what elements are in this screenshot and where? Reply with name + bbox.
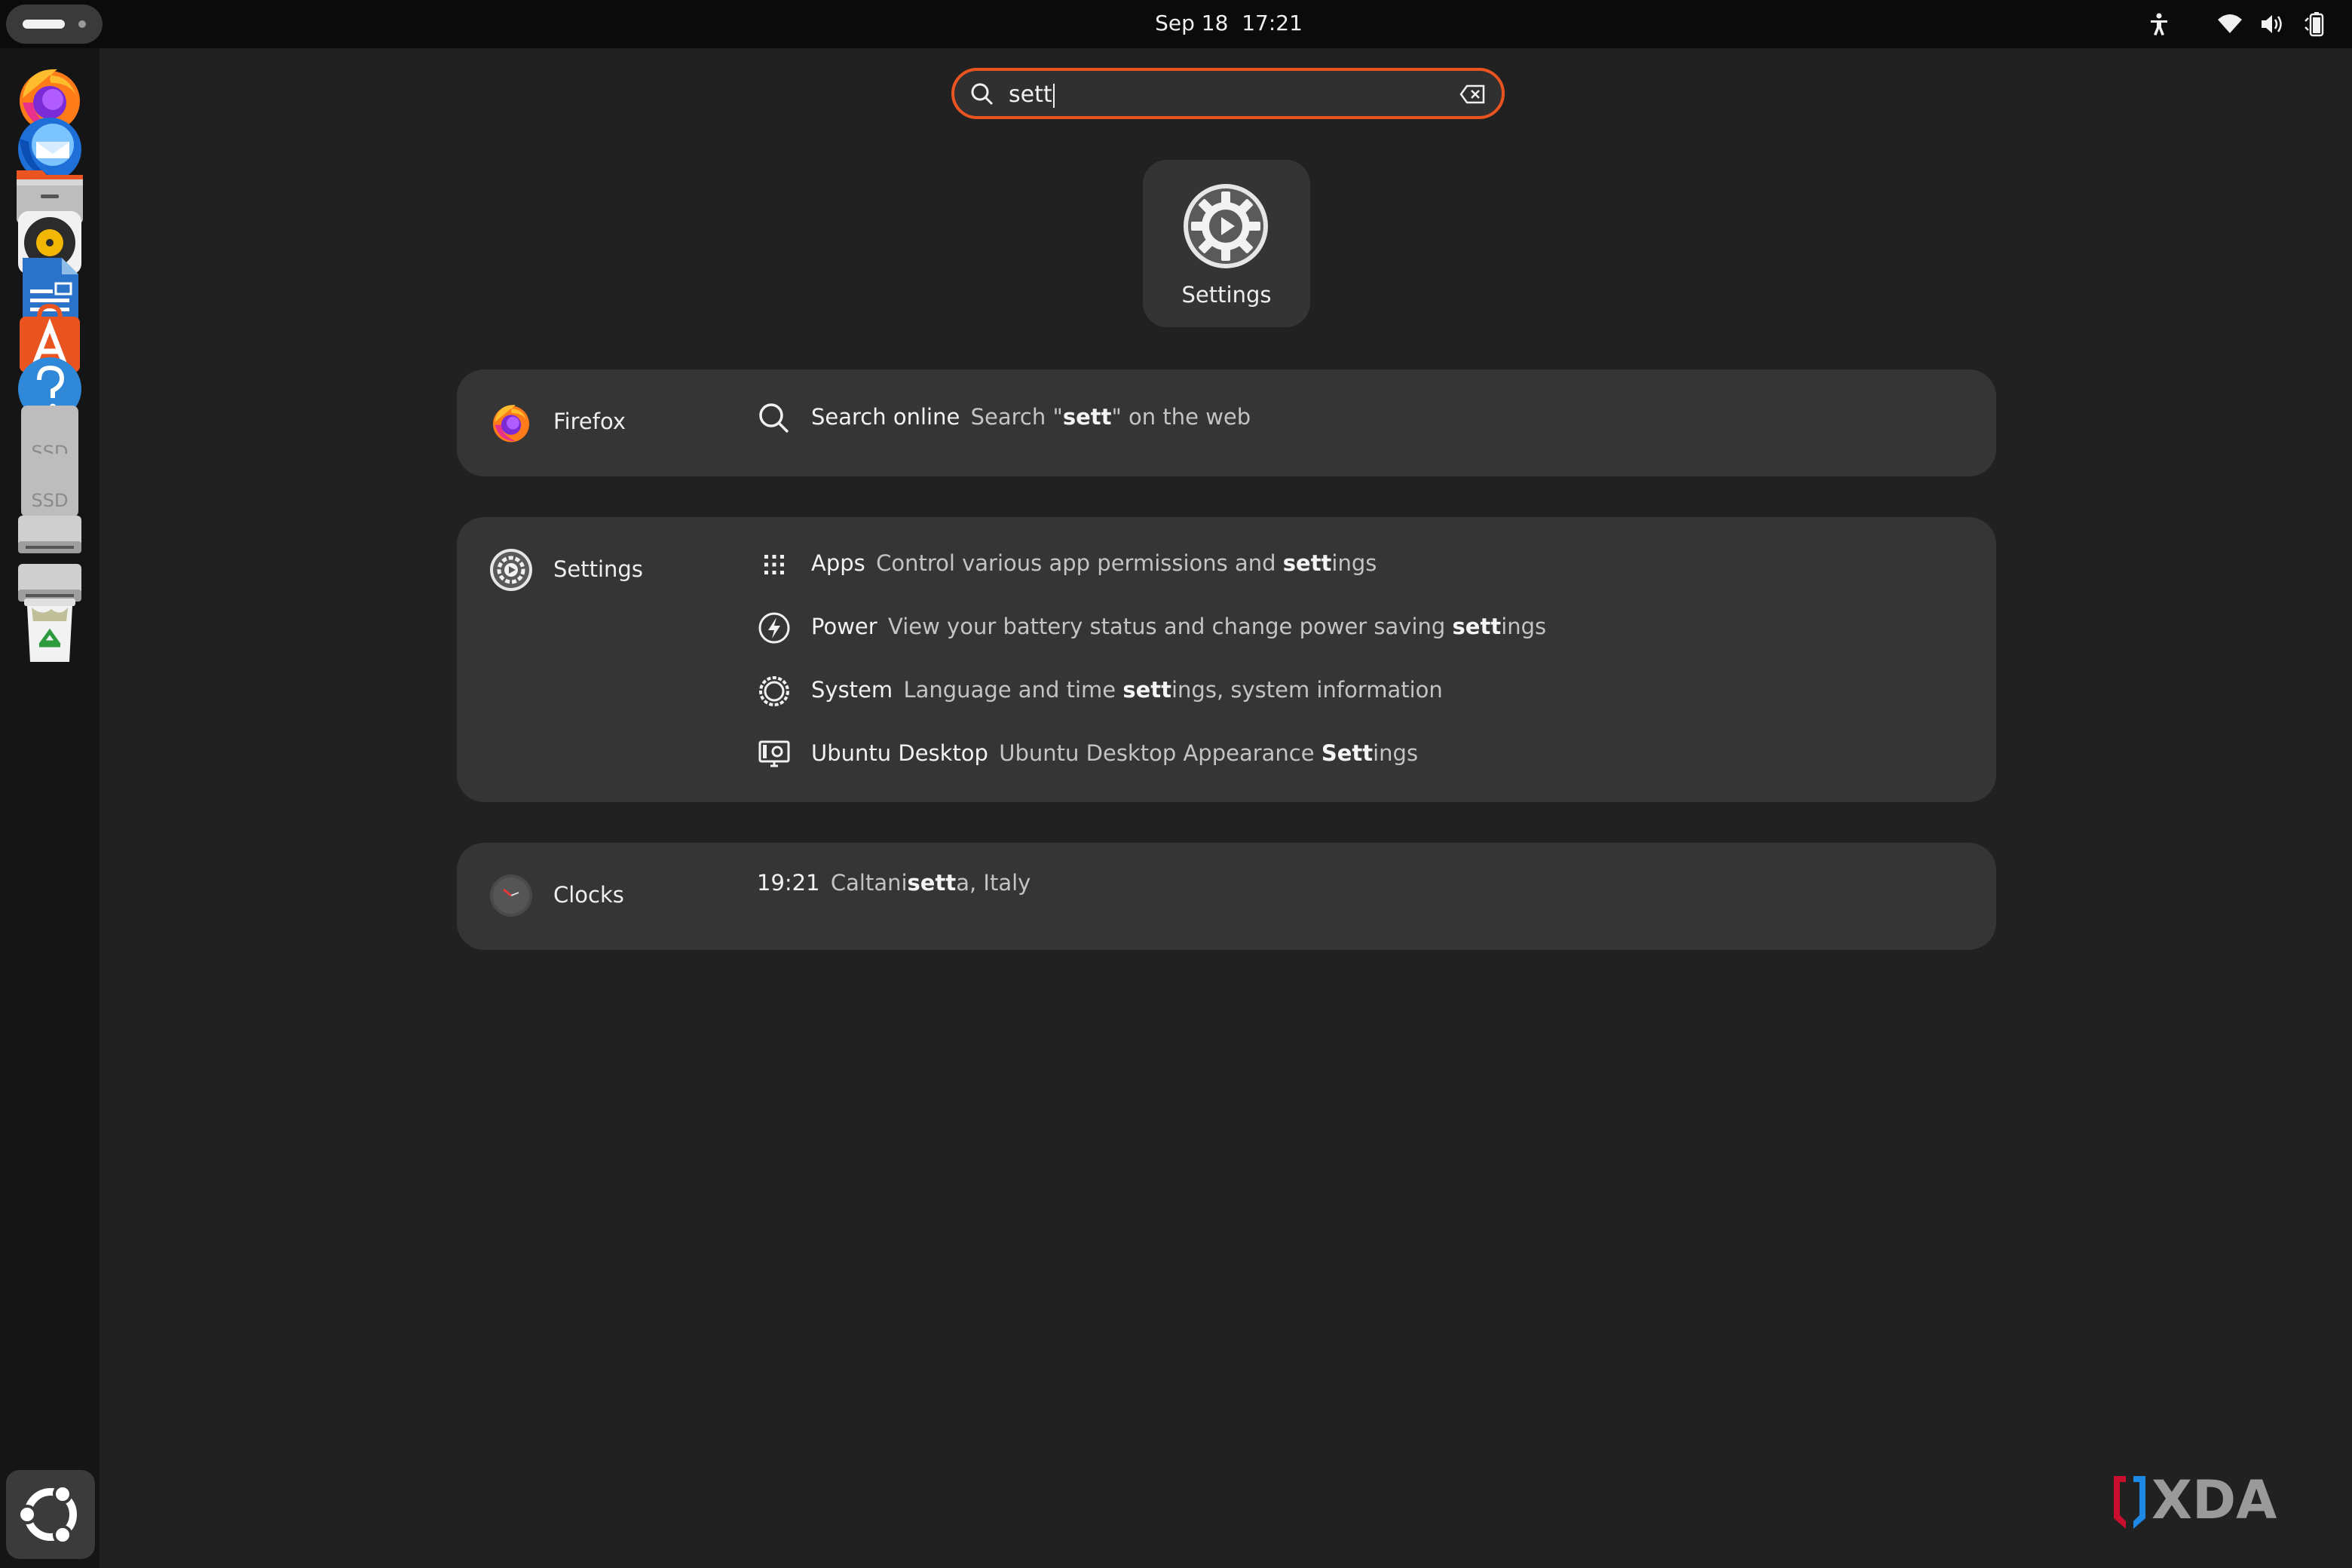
app-result-label: Settings [1181,282,1272,308]
result-description: Control various app permissions and sett… [876,550,1377,576]
apps-grid-icon [764,555,784,574]
ubuntu-logo-icon [17,1484,77,1545]
wifi-icon[interactable] [2216,11,2243,38]
result-title: Ubuntu Desktop [811,740,988,766]
provider-name[interactable]: Firefox [553,409,626,434]
search-input[interactable]: sett [1009,80,1055,110]
clock-icon[interactable] [488,873,534,918]
desktop-appearance-icon [758,740,790,767]
result-text: System Language and time settings, syste… [811,677,1443,703]
provider-clocks: Clocks 19:21 Caltanisetta, Italy [457,843,1996,950]
power-bolt-icon [758,612,790,644]
settings-result-system[interactable]: System Language and time settings, syste… [757,669,1661,712]
result-title: Search online [811,404,960,430]
result-text: Search online Search "sett" on the web [811,404,1251,430]
clock-result-caltanissetta[interactable]: 19:21 Caltanisetta, Italy [757,862,1661,905]
volume-icon[interactable] [2259,11,2286,38]
result-title: Apps [811,550,865,576]
xda-watermark-logo: XDA [2114,1469,2277,1531]
top-bar: Sep 18 17:21 [0,0,2352,48]
provider-name[interactable]: Settings [553,556,643,582]
show-apps-button[interactable] [6,1470,95,1559]
svg-text:XDA: XDA [2151,1469,2277,1531]
accessibility-icon[interactable] [2145,11,2173,38]
result-text: Ubuntu Desktop Ubuntu Desktop Appearance… [811,740,1418,766]
result-title: Power [811,614,877,639]
settings-result-apps[interactable]: Apps Control various app permissions and… [757,543,1661,585]
date-time[interactable]: Sep 18 17:21 [1101,11,1357,35]
result-text: Power View your battery status and chang… [811,614,1546,639]
settings-result-power[interactable]: Power View your battery status and chang… [757,606,1661,648]
dock-item-trash[interactable] [12,591,87,666]
result-location: Caltanisetta, Italy [830,870,1031,896]
result-description: View your battery status and change powe… [888,614,1547,639]
trash-icon [24,599,75,662]
search-online-result[interactable]: Search online Search "sett" on the web [757,397,1661,439]
provider-settings: Settings Apps Control various app permis… [457,517,1996,802]
result-title: System [811,677,893,703]
provider-name[interactable]: Clocks [553,882,624,908]
activities-button[interactable] [6,5,103,44]
settings-result-ubuntu-desktop[interactable]: Ubuntu Desktop Ubuntu Desktop Appearance… [757,733,1661,775]
settings-gear-icon [1184,184,1268,268]
search-icon [971,83,994,106]
result-description: Search "sett" on the web [970,404,1251,430]
search-entry[interactable]: sett [951,68,1505,119]
system-gear-icon [759,676,789,706]
provider-firefox: Firefox Search online Search "sett" on t… [457,369,1996,476]
result-time: 19:21 [757,870,820,896]
clear-search-icon[interactable] [1459,83,1487,106]
workspace-indicator [78,20,86,28]
dock: SSD SSD [0,48,100,1568]
firefox-icon[interactable] [488,400,534,445]
result-description: Language and time settings, system infor… [903,677,1443,703]
workspace-indicator-active [23,20,65,29]
text-caret [1052,83,1055,108]
battery-icon[interactable] [2302,11,2329,38]
settings-gear-icon[interactable] [488,547,534,593]
result-text: Apps Control various app permissions and… [811,550,1377,576]
result-description: Ubuntu Desktop Appearance Settings [999,740,1419,766]
result-text: 19:21 Caltanisetta, Italy [757,870,1031,896]
search-icon [759,403,789,433]
